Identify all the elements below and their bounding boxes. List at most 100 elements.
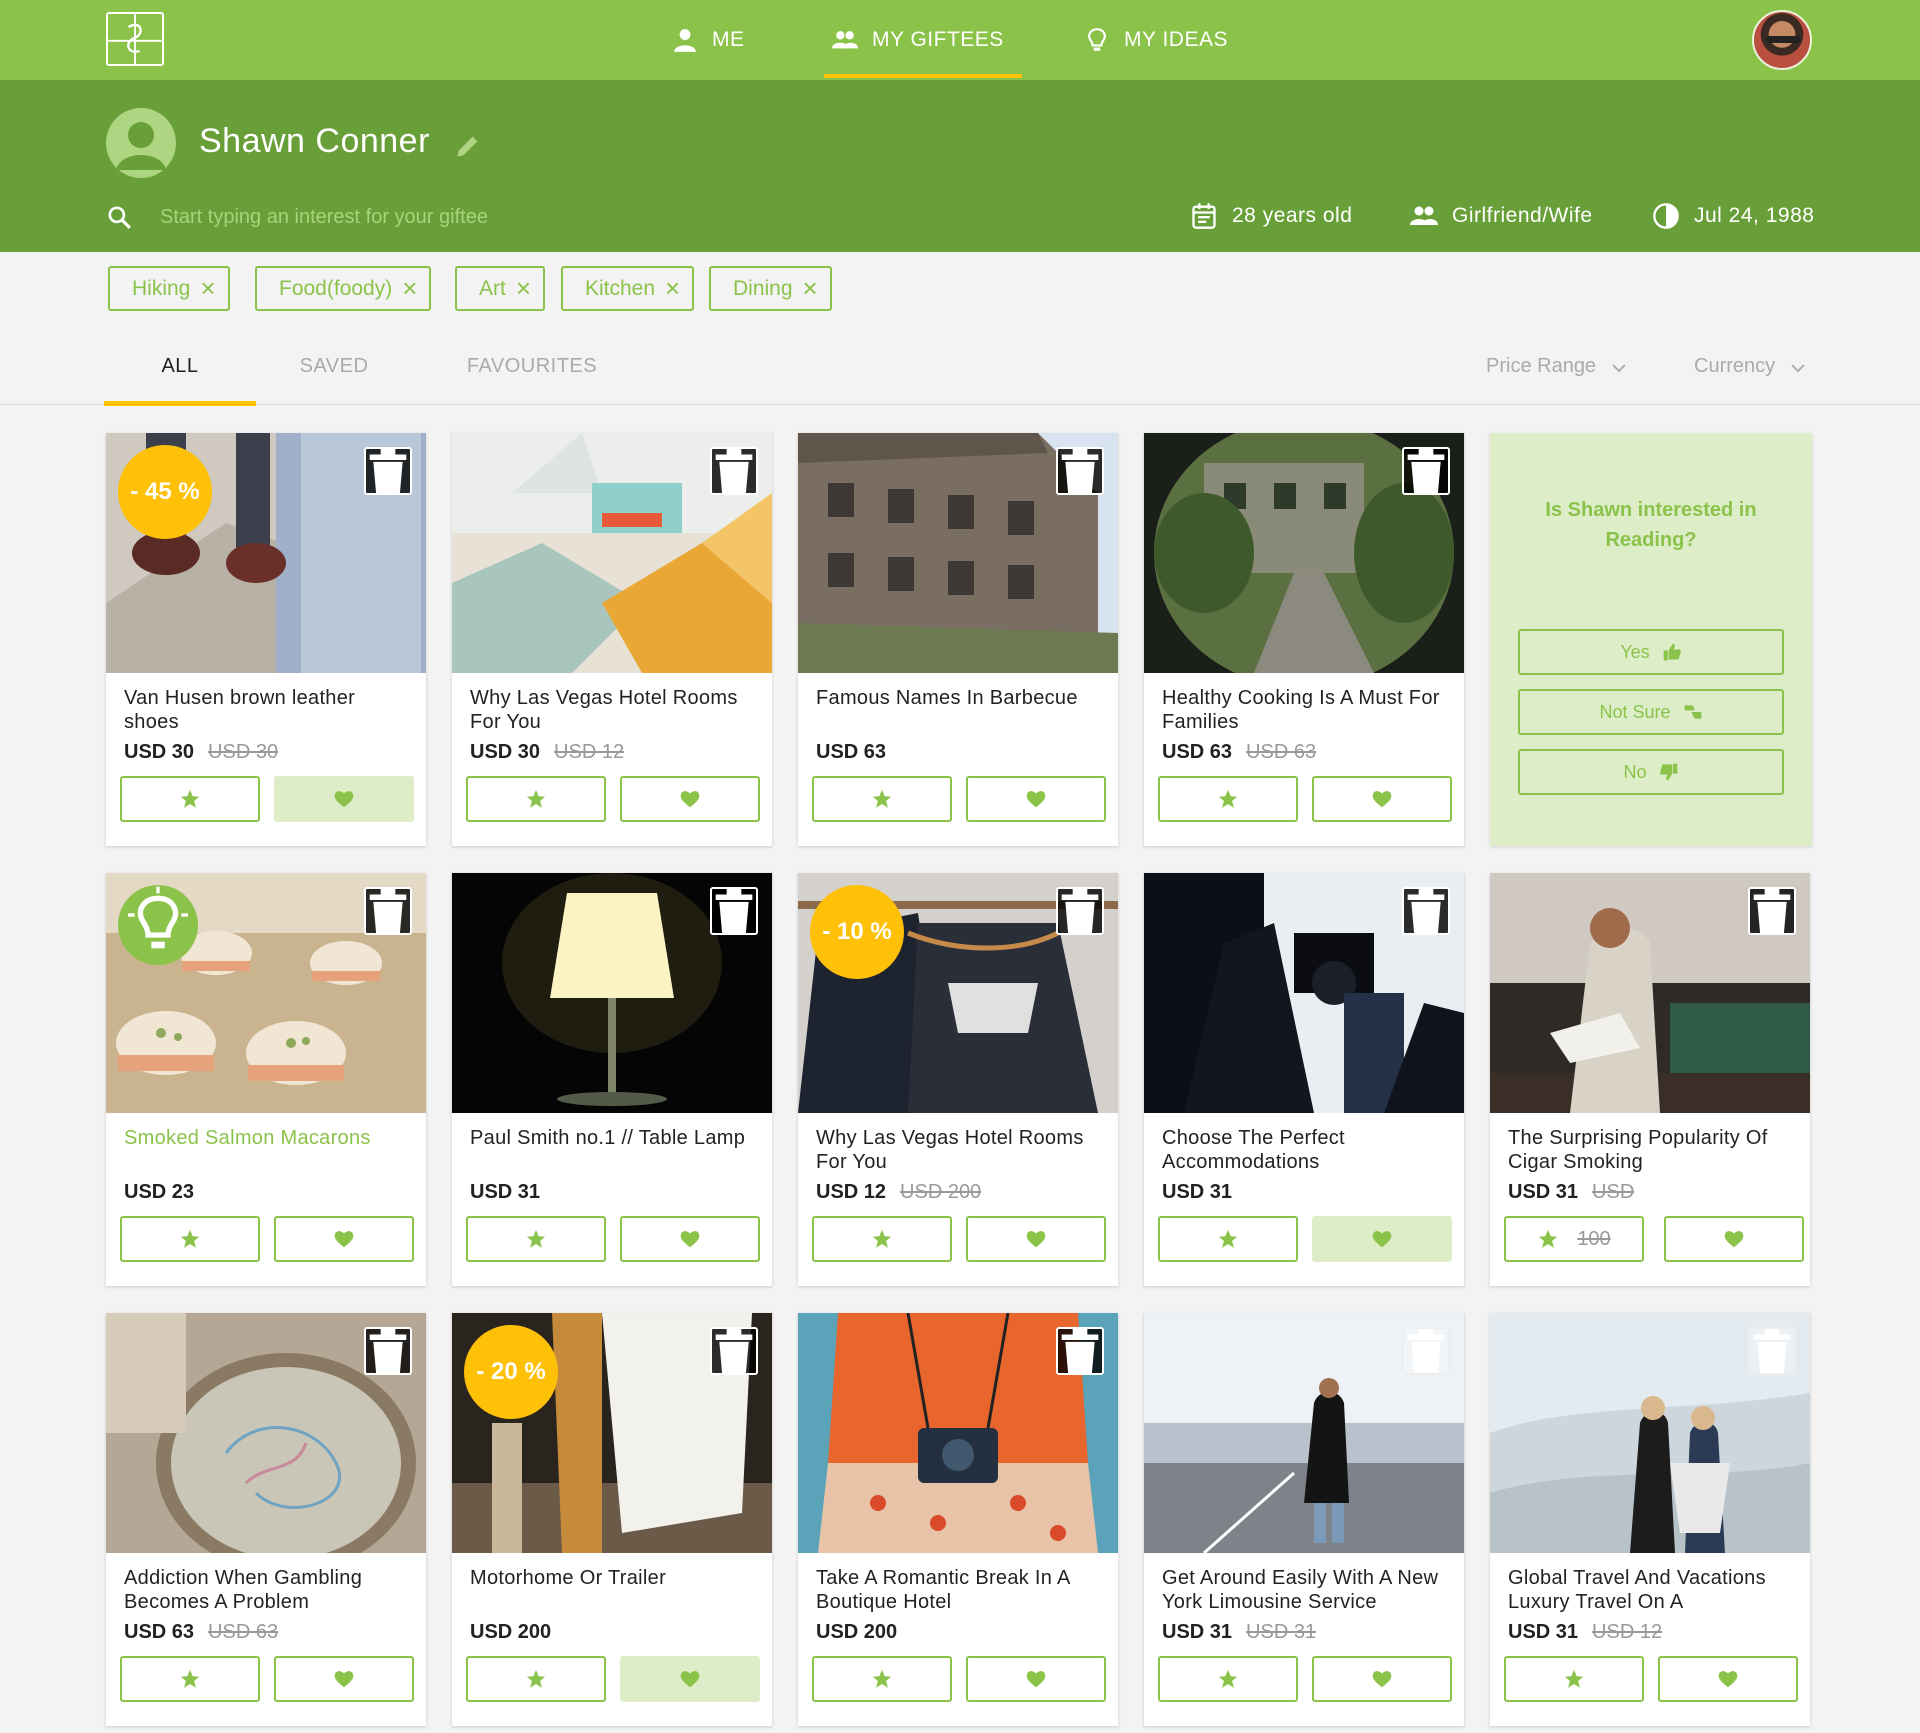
heart-button[interactable]: [966, 1656, 1106, 1702]
gift-card[interactable]: Global Travel And Vacations Luxury Trave…: [1490, 1313, 1810, 1726]
trash-icon[interactable]: [1056, 1327, 1104, 1375]
close-icon[interactable]: ×: [200, 275, 215, 301]
gift-card[interactable]: Smoked Salmon Macarons USD 23: [106, 873, 426, 1286]
gift-card[interactable]: - 45 % Van Husen brown leather shoes USD…: [106, 433, 426, 846]
gift-card[interactable]: The Surprising Popularity Of Cigar Smoki…: [1490, 873, 1810, 1286]
gift-card[interactable]: Take A Romantic Break In A Boutique Hote…: [798, 1313, 1118, 1726]
lightbulb-icon: [1088, 28, 1106, 51]
trash-icon[interactable]: [1056, 887, 1104, 935]
tag-dining[interactable]: Dining ×: [709, 266, 832, 311]
star-button[interactable]: [466, 1656, 606, 1702]
heart-icon: [1372, 791, 1392, 808]
gift-card[interactable]: Addiction When Gambling Becomes A Proble…: [106, 1313, 426, 1726]
heart-button[interactable]: [1312, 1216, 1452, 1262]
product-title[interactable]: Motorhome Or Trailer: [470, 1566, 760, 1590]
star-button[interactable]: [812, 1656, 952, 1702]
trash-icon[interactable]: [1402, 887, 1450, 935]
tab-favourites[interactable]: FAVOURITES: [460, 355, 604, 405]
star-button[interactable]: [466, 1216, 606, 1262]
close-icon[interactable]: ×: [516, 275, 531, 301]
star-button[interactable]: [812, 776, 952, 822]
gift-card[interactable]: Get Around Easily With A New York Limous…: [1144, 1313, 1464, 1726]
trash-icon[interactable]: [1402, 447, 1450, 495]
heart-button[interactable]: [274, 776, 414, 822]
gift-card[interactable]: - 10 % Why Las Vegas Hotel Rooms For You…: [798, 873, 1118, 1286]
price-range-dropdown[interactable]: Price Range: [1486, 355, 1628, 378]
star-button[interactable]: [466, 776, 606, 822]
heart-button[interactable]: [620, 776, 760, 822]
heart-button[interactable]: [1664, 1216, 1804, 1262]
star-button[interactable]: [120, 776, 260, 822]
heart-button[interactable]: [966, 776, 1106, 822]
product-title[interactable]: Healthy Cooking Is A Must For Families: [1162, 686, 1452, 734]
trash-icon[interactable]: [710, 1327, 758, 1375]
star-button[interactable]: [1158, 776, 1298, 822]
tag-food[interactable]: Food(foody) ×: [255, 266, 432, 311]
currency-dropdown[interactable]: Currency: [1694, 355, 1807, 378]
pencil-icon[interactable]: [454, 132, 482, 160]
heart-button[interactable]: [1658, 1656, 1798, 1702]
heart-button[interactable]: [620, 1656, 760, 1702]
trash-icon[interactable]: [1748, 887, 1796, 935]
interest-search-input[interactable]: [160, 198, 720, 236]
trash-icon[interactable]: [1748, 1327, 1796, 1375]
product-title[interactable]: Global Travel And Vacations Luxury Trave…: [1508, 1566, 1798, 1614]
product-title[interactable]: Paul Smith no.1 // Table Lamp: [470, 1126, 760, 1150]
product-title[interactable]: Choose The Perfect Accommodations: [1162, 1126, 1452, 1174]
tab-all[interactable]: ALL: [104, 355, 256, 406]
product-title[interactable]: Smoked Salmon Macarons: [124, 1126, 414, 1150]
product-title[interactable]: The Surprising Popularity Of Cigar Smoki…: [1508, 1126, 1798, 1174]
heart-button[interactable]: [1312, 1656, 1452, 1702]
tag-art[interactable]: Art ×: [455, 266, 546, 311]
product-title[interactable]: Why Las Vegas Hotel Rooms For You: [470, 686, 760, 734]
price-row: USD 30 USD 12: [470, 741, 624, 764]
nav-me[interactable]: ME: [672, 0, 745, 80]
trash-icon[interactable]: [364, 887, 412, 935]
gift-card[interactable]: Choose The Perfect Accommodations USD 31: [1144, 873, 1464, 1286]
nav-my-ideas[interactable]: MY IDEAS: [1084, 0, 1228, 80]
close-icon[interactable]: ×: [402, 275, 417, 301]
tag-kitchen[interactable]: Kitchen ×: [561, 266, 695, 311]
app-logo[interactable]: [106, 12, 164, 66]
gift-card[interactable]: - 20 % Motorhome Or Trailer USD 200: [452, 1313, 772, 1726]
star-button[interactable]: [1158, 1216, 1298, 1262]
star-button[interactable]: 100: [1504, 1216, 1644, 1262]
product-title[interactable]: Get Around Easily With A New York Limous…: [1162, 1566, 1452, 1614]
yes-button[interactable]: Yes: [1518, 629, 1784, 675]
star-button[interactable]: [120, 1656, 260, 1702]
lightbulb-icon: [128, 886, 188, 949]
gift-card[interactable]: Paul Smith no.1 // Table Lamp USD 31: [452, 873, 772, 1286]
trash-icon[interactable]: [364, 1327, 412, 1375]
product-title[interactable]: Take A Romantic Break In A Boutique Hote…: [816, 1566, 1106, 1614]
no-button[interactable]: No: [1518, 749, 1784, 795]
star-button[interactable]: [812, 1216, 952, 1262]
heart-button[interactable]: [1312, 776, 1452, 822]
star-button[interactable]: [120, 1216, 260, 1262]
star-button[interactable]: [1158, 1656, 1298, 1702]
trash-icon[interactable]: [710, 887, 758, 935]
heart-button[interactable]: [620, 1216, 760, 1262]
product-title[interactable]: Addiction When Gambling Becomes A Proble…: [124, 1566, 414, 1614]
gift-card[interactable]: Famous Names In Barbecue USD 63: [798, 433, 1118, 846]
close-icon[interactable]: ×: [665, 275, 680, 301]
trash-icon[interactable]: [364, 447, 412, 495]
trash-icon[interactable]: [710, 447, 758, 495]
trash-icon[interactable]: [1056, 447, 1104, 495]
trash-icon[interactable]: [1402, 1327, 1450, 1375]
gift-card[interactable]: Why Las Vegas Hotel Rooms For You USD 30…: [452, 433, 772, 846]
product-title[interactable]: Van Husen brown leather shoes: [124, 686, 414, 734]
product-title[interactable]: Why Las Vegas Hotel Rooms For You: [816, 1126, 1106, 1174]
tag-hiking[interactable]: Hiking ×: [108, 266, 230, 311]
nav-my-giftees[interactable]: MY GIFTEES: [824, 0, 1022, 80]
heart-button[interactable]: [274, 1656, 414, 1702]
close-icon[interactable]: ×: [803, 275, 818, 301]
price-row: USD 31 USD 31: [1162, 1621, 1316, 1644]
star-button[interactable]: [1504, 1656, 1644, 1702]
tab-saved[interactable]: SAVED: [270, 355, 398, 405]
gift-card[interactable]: Healthy Cooking Is A Must For Families U…: [1144, 433, 1464, 846]
product-title[interactable]: Famous Names In Barbecue: [816, 686, 1106, 710]
user-avatar[interactable]: [1752, 10, 1812, 70]
heart-button[interactable]: [966, 1216, 1106, 1262]
not-sure-button[interactable]: Not Sure: [1518, 689, 1784, 735]
heart-button[interactable]: [274, 1216, 414, 1262]
